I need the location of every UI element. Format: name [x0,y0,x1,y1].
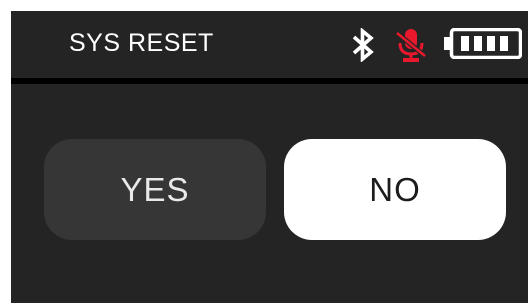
no-button[interactable]: NO [284,139,506,240]
bluetooth-icon [352,28,374,62]
status-bar: SYS RESET [11,11,528,78]
battery-full-icon [444,28,522,59]
no-button-label: NO [369,170,421,208]
status-divider [11,78,528,84]
device-screen: SYS RESET YES NO [11,11,528,303]
yes-button[interactable]: YES [44,139,266,240]
microphone-muted-icon [395,29,427,62]
screen-title: SYS RESET [69,29,214,57]
yes-button-label: YES [120,170,190,208]
